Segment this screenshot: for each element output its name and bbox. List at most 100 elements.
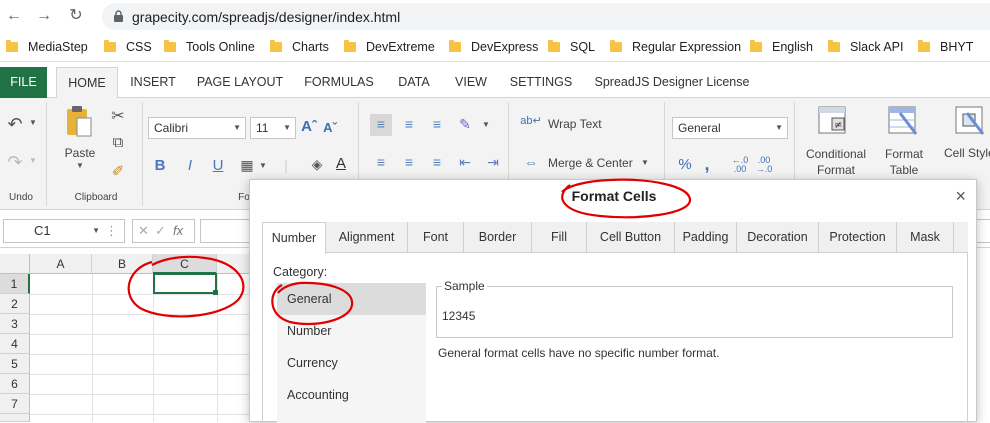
browser-toolbar: ← → ↻ grapecity.com/spreadjs/designer/in… <box>0 0 990 32</box>
row-header-1[interactable]: 1 <box>0 274 30 294</box>
merge-center-button[interactable]: Merge & Center <box>548 156 633 170</box>
paste-icon[interactable] <box>64 104 94 138</box>
row-header-8[interactable] <box>0 414 30 422</box>
increase-font-icon[interactable]: Aˆ <box>301 118 317 135</box>
bookmark-mediastep[interactable]: MediaStep <box>6 39 88 55</box>
tab-data[interactable]: DATA <box>388 67 440 98</box>
category-accounting[interactable]: Accounting <box>277 379 426 411</box>
selected-cell-c1[interactable] <box>153 273 217 294</box>
bookmark-charts[interactable]: Charts <box>270 39 329 55</box>
tab-settings[interactable]: SETTINGS <box>503 67 579 98</box>
copy-icon[interactable]: ⧉ <box>108 134 128 151</box>
bookmark-devexpress[interactable]: DevExpress <box>449 39 538 55</box>
decrease-indent-icon[interactable]: ⇤ <box>456 154 474 171</box>
format-table-button[interactable]: Format Table <box>878 146 930 178</box>
category-general[interactable]: General <box>277 283 426 315</box>
name-box[interactable]: C1 ▼ ⋮ <box>3 219 125 243</box>
align-right-icon[interactable]: ≡ <box>428 154 446 170</box>
tab-protection[interactable]: Protection <box>819 222 897 253</box>
fill-color-icon[interactable]: ◈ <box>308 156 326 173</box>
cell-style-button[interactable]: Cell Style <box>944 146 990 160</box>
tab-insert[interactable]: INSERT <box>124 67 182 98</box>
chevron-down-icon[interactable]: ▼ <box>481 120 491 129</box>
category-list[interactable]: General Number Currency Accounting <box>277 283 426 423</box>
tab-view[interactable]: VIEW <box>446 67 496 98</box>
italic-icon[interactable]: I <box>182 157 198 174</box>
align-center-icon[interactable]: ≡ <box>400 154 418 170</box>
column-header-c[interactable]: C <box>153 254 217 274</box>
wrap-text-button[interactable]: Wrap Text <box>548 117 602 131</box>
cut-icon[interactable]: ✂ <box>108 106 128 126</box>
number-format-combo[interactable]: General ▼ <box>672 117 788 139</box>
row-header-2[interactable]: 2 <box>0 294 30 314</box>
decrease-font-icon[interactable]: Aˇ <box>322 120 338 135</box>
category-number[interactable]: Number <box>277 315 426 347</box>
tab-alignment[interactable]: Alignment <box>326 222 408 253</box>
cancel-icon[interactable]: ✕ <box>138 223 149 239</box>
row-header-6[interactable]: 6 <box>0 374 30 394</box>
font-name-combo[interactable]: Calibri ▼ <box>148 117 246 139</box>
increase-indent-icon[interactable]: ⇥ <box>484 154 502 171</box>
insert-function-button[interactable]: fx <box>173 223 183 238</box>
tab-license[interactable]: SpreadJS Designer License <box>588 67 756 98</box>
align-middle-icon[interactable]: ≡ <box>400 116 418 132</box>
tab-formulas[interactable]: FORMULAS <box>297 67 381 98</box>
column-header-b[interactable]: B <box>92 254 153 274</box>
increase-decimal-icon[interactable]: ←.0.00 <box>730 156 750 174</box>
percent-icon[interactable]: % <box>676 156 694 173</box>
category-currency[interactable]: Currency <box>277 347 426 379</box>
bookmark-css[interactable]: CSS <box>104 39 152 55</box>
align-left-icon[interactable]: ≡ <box>372 154 390 170</box>
select-all-corner[interactable] <box>0 254 30 274</box>
bookmark-regular-expression[interactable]: Regular Expression <box>610 39 741 55</box>
tab-file[interactable]: FILE <box>0 67 47 98</box>
tab-page-layout[interactable]: PAGE LAYOUT <box>190 67 290 98</box>
undo-icon[interactable]: ↶ <box>4 114 26 135</box>
conditional-format-button[interactable]: Conditional Format <box>804 146 868 178</box>
tab-decoration[interactable]: Decoration <box>737 222 819 253</box>
format-painter-icon[interactable]: ✐ <box>108 162 128 180</box>
bookmark-devextreme[interactable]: DevExtreme <box>344 39 435 55</box>
tab-fill[interactable]: Fill <box>532 222 587 253</box>
fill-handle[interactable] <box>213 290 218 295</box>
back-arrow-icon[interactable]: ← <box>4 6 24 26</box>
chevron-down-icon[interactable]: ▼ <box>75 161 85 170</box>
chevron-down-icon[interactable]: ▼ <box>28 156 38 165</box>
underline-icon[interactable]: U <box>210 157 226 174</box>
decrease-decimal-icon[interactable]: .00 →.0 <box>754 156 774 174</box>
chevron-down-icon[interactable]: ▼ <box>258 161 268 170</box>
tab-home[interactable]: HOME <box>56 67 118 99</box>
border-icon[interactable]: ▦ <box>238 157 256 174</box>
orientation-icon[interactable]: ✎ <box>456 116 474 133</box>
tab-padding[interactable]: Padding <box>675 222 737 253</box>
row-header-7[interactable]: 7 <box>0 394 30 414</box>
row-header-3[interactable]: 3 <box>0 314 30 334</box>
forward-arrow-icon[interactable]: → <box>34 6 54 26</box>
chevron-down-icon[interactable]: ▼ <box>28 118 38 127</box>
tab-border[interactable]: Border <box>464 222 532 253</box>
bookmark-slack-api[interactable]: Slack API <box>828 39 904 55</box>
row-header-4[interactable]: 4 <box>0 334 30 354</box>
close-icon[interactable]: × <box>955 186 966 206</box>
bookmark-sql[interactable]: SQL <box>548 39 595 55</box>
address-bar[interactable]: grapecity.com/spreadjs/designer/index.ht… <box>102 3 990 30</box>
tab-mask[interactable]: Mask <box>897 222 954 253</box>
align-bottom-icon[interactable]: ≡ <box>428 116 446 132</box>
redo-icon[interactable]: ↷ <box>4 152 26 173</box>
comma-style-icon[interactable]: , <box>700 154 714 175</box>
bold-icon[interactable]: B <box>152 157 168 174</box>
confirm-icon[interactable]: ✓ <box>155 223 166 239</box>
row-header-5[interactable]: 5 <box>0 354 30 374</box>
bookmark-tools-online[interactable]: Tools Online <box>164 39 255 55</box>
tab-font[interactable]: Font <box>408 222 464 253</box>
font-color-icon[interactable]: A <box>333 155 349 172</box>
font-size-combo[interactable]: 11 ▼ <box>250 117 296 139</box>
chevron-down-icon[interactable]: ▼ <box>640 158 650 167</box>
bookmark-bhyt[interactable]: BHYT <box>918 39 973 55</box>
tab-cell-button[interactable]: Cell Button <box>587 222 675 253</box>
tab-number[interactable]: Number <box>262 222 326 254</box>
bookmark-english[interactable]: English <box>750 39 813 55</box>
reload-icon[interactable]: ↻ <box>66 6 86 26</box>
column-header-a[interactable]: A <box>30 254 92 274</box>
paste-button[interactable]: Paste <box>60 146 100 160</box>
